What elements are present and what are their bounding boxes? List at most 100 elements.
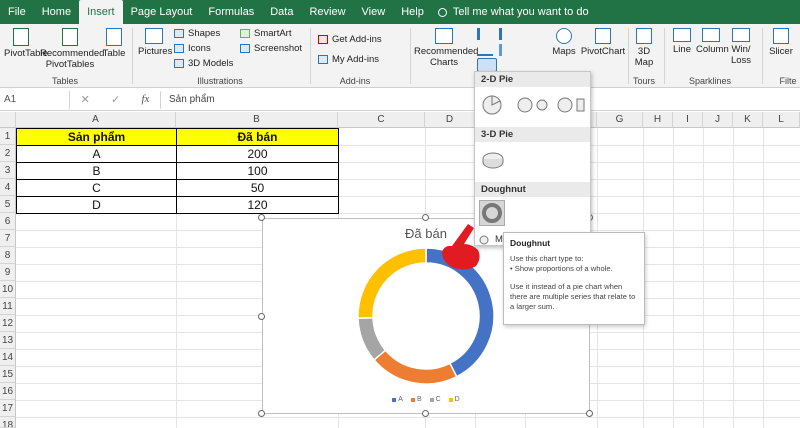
sparkline-winloss-button[interactable]: Win/ Loss — [728, 28, 754, 66]
row-header[interactable]: 14 — [0, 349, 16, 366]
group-tours-label: Tours — [632, 76, 655, 86]
row-header[interactable]: 12 — [0, 315, 16, 332]
recommended-pivot-button[interactable]: Recommended PivotTables — [40, 28, 104, 70]
tab-review[interactable]: Review — [301, 0, 353, 24]
sparkline-line-icon — [673, 28, 691, 42]
tab-insert[interactable]: Insert — [79, 0, 123, 24]
enter-icon[interactable]: ✓ — [111, 93, 120, 106]
row-header[interactable]: 16 — [0, 383, 16, 400]
row-header[interactable]: 9 — [0, 264, 16, 281]
column-header[interactable]: I — [673, 112, 703, 128]
3d-models-button[interactable]: 3D Models — [174, 58, 233, 69]
cell-a3[interactable]: B — [16, 162, 177, 180]
cell-a5[interactable]: D — [16, 196, 177, 214]
tab-data[interactable]: Data — [262, 0, 301, 24]
column-header[interactable]: L — [763, 112, 800, 128]
pie-chart-icon[interactable] — [477, 58, 497, 72]
pie-of-pie-icon[interactable] — [517, 97, 549, 113]
bar-of-pie-icon[interactable] — [557, 97, 587, 113]
tell-me-box[interactable]: Tell me what you want to do — [432, 6, 589, 18]
tab-file[interactable]: File — [0, 0, 34, 24]
tab-help[interactable]: Help — [393, 0, 432, 24]
resize-handle[interactable] — [258, 410, 265, 417]
column-header[interactable]: H — [643, 112, 673, 128]
sparkline-column-button[interactable]: Column — [696, 28, 729, 55]
column-header[interactable]: B — [176, 112, 338, 128]
resize-handle[interactable] — [586, 410, 593, 417]
tab-page-layout[interactable]: Page Layout — [123, 0, 201, 24]
doughnut-slice-b[interactable] — [373, 349, 458, 385]
row-header[interactable]: 15 — [0, 366, 16, 383]
row-header[interactable]: 4 — [0, 179, 16, 196]
sparkline-winloss-icon — [732, 28, 750, 42]
row-header[interactable]: 18 — [0, 417, 16, 428]
tab-view[interactable]: View — [354, 0, 394, 24]
formula-input[interactable]: Sản phẩm — [160, 90, 215, 109]
tab-home[interactable]: Home — [34, 0, 79, 24]
resize-handle[interactable] — [422, 410, 429, 417]
legend-swatch — [448, 397, 453, 402]
column-header[interactable]: J — [703, 112, 733, 128]
pictures-button[interactable]: Pictures — [138, 28, 172, 57]
select-all-corner[interactable] — [0, 112, 16, 128]
doughnut-slice-c[interactable] — [357, 316, 387, 361]
chart-legend[interactable]: A B C D — [263, 396, 589, 403]
hierarchy-chart-icon[interactable] — [499, 28, 515, 40]
column-header[interactable]: C — [338, 112, 425, 128]
cancel-icon[interactable]: ✕ — [81, 93, 90, 106]
row-header[interactable]: 13 — [0, 332, 16, 349]
pivot-table-button[interactable]: PivotTable — [4, 28, 48, 59]
line-chart-icon[interactable] — [477, 44, 493, 56]
doughnut-slice-d[interactable] — [357, 247, 427, 320]
3d-pie-icon[interactable] — [481, 151, 505, 169]
cell-b4[interactable]: 50 — [176, 179, 339, 197]
3d-map-button[interactable]: 3D Map — [630, 28, 658, 68]
cell-b5[interactable]: 120 — [176, 196, 339, 214]
row-header[interactable]: 3 — [0, 162, 16, 179]
pie-icon[interactable] — [481, 94, 503, 116]
insert-function-icon[interactable]: fx — [141, 93, 149, 106]
shapes-button[interactable]: Shapes — [174, 28, 220, 39]
row-header[interactable]: 8 — [0, 247, 16, 264]
column-header[interactable]: D — [425, 112, 475, 128]
more-pie-charts-label[interactable]: M — [495, 234, 503, 245]
slicer-button[interactable]: Slicer — [766, 28, 796, 57]
statistic-chart-icon[interactable] — [499, 44, 515, 56]
sparkline-column-icon — [702, 28, 720, 42]
my-addins-button[interactable]: My Add-ins — [318, 54, 379, 65]
column-header[interactable]: G — [597, 112, 643, 128]
icons-button[interactable]: Icons — [174, 43, 211, 54]
cell-b3[interactable]: 100 — [176, 162, 339, 180]
cell-a2[interactable]: A — [16, 145, 177, 163]
store-icon — [318, 35, 328, 44]
resize-handle[interactable] — [258, 214, 265, 221]
column-header[interactable]: A — [16, 112, 176, 128]
maps-button[interactable]: Maps — [548, 28, 580, 57]
cell-b2[interactable]: 200 — [176, 145, 339, 163]
3d-map-icon — [636, 28, 652, 44]
sparkline-line-button[interactable]: Line — [668, 28, 696, 55]
column-header[interactable]: K — [733, 112, 763, 128]
row-header[interactable]: 2 — [0, 145, 16, 162]
smartart-button[interactable]: SmartArt — [240, 28, 291, 39]
name-box[interactable]: A1 — [0, 90, 70, 109]
row-header[interactable]: 7 — [0, 230, 16, 247]
recommended-charts-button[interactable]: Recommended Charts — [414, 28, 478, 68]
resize-handle[interactable] — [422, 214, 429, 221]
table-button[interactable]: Table — [102, 28, 126, 59]
cell-a4[interactable]: C — [16, 179, 177, 197]
resize-handle[interactable] — [258, 313, 265, 320]
row-header[interactable]: 5 — [0, 196, 16, 213]
tab-formulas[interactable]: Formulas — [200, 0, 262, 24]
row-header[interactable]: 6 — [0, 213, 16, 230]
cell-b1[interactable]: Đã bán — [176, 128, 339, 146]
row-header[interactable]: 17 — [0, 400, 16, 417]
row-header[interactable]: 1 — [0, 128, 16, 145]
row-header[interactable]: 10 — [0, 281, 16, 298]
cell-a1[interactable]: Sản phẩm — [16, 128, 177, 146]
get-addins-button[interactable]: Get Add-ins — [318, 34, 382, 45]
row-header[interactable]: 11 — [0, 298, 16, 315]
column-chart-icon[interactable] — [477, 28, 493, 40]
screenshot-button[interactable]: Screenshot — [240, 43, 302, 54]
pivotchart-button[interactable]: PivotChart — [578, 28, 628, 57]
